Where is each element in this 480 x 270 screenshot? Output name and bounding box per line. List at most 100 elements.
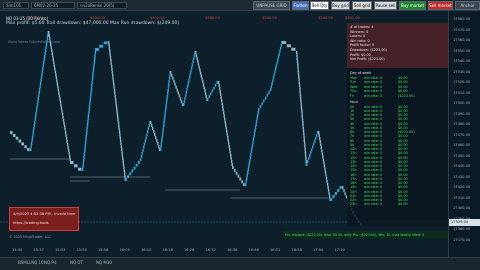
x-tick-label: 17:10 bbox=[334, 248, 345, 252]
alert-box[interactable]: 4/4/2025 4:52:36 PM - Invalid time https… bbox=[9, 207, 79, 231]
x-tick-label: 15:58 bbox=[98, 248, 109, 252]
renko-brick bbox=[66, 142, 69, 146]
renko-brick bbox=[266, 93, 269, 97]
stats-summary-line: Win ratio: 0 bbox=[350, 38, 370, 43]
chart-tab[interactable]: NQ.Pit bbox=[44, 260, 56, 265]
y-tick-label: 17500.00 bbox=[453, 101, 471, 105]
renko-brick bbox=[44, 49, 47, 52]
y-tick-label: 17520.00 bbox=[453, 80, 471, 84]
renko-brick bbox=[272, 76, 275, 80]
renko-brick bbox=[160, 148, 162, 151]
renko-brick bbox=[85, 138, 87, 141]
renko-brick bbox=[42, 67, 44, 70]
renko-brick bbox=[163, 124, 165, 128]
renko-brick bbox=[34, 118, 36, 121]
renko-brick bbox=[57, 85, 59, 89]
renko-brick bbox=[263, 99, 265, 103]
renko-brick bbox=[68, 148, 70, 152]
renko-brick bbox=[179, 97, 182, 101]
renko-brick bbox=[326, 182, 329, 186]
renko-brick bbox=[55, 73, 57, 77]
renko-brick bbox=[302, 123, 304, 127]
renko-brick bbox=[225, 123, 227, 127]
toolbar-button-buy-market[interactable]: Buy market bbox=[399, 1, 426, 10]
renko-brick bbox=[115, 103, 117, 107]
renko-brick bbox=[133, 166, 136, 170]
renko-brick bbox=[161, 136, 163, 140]
top-marker-label: $344.00 bbox=[318, 16, 334, 20]
renko-brick bbox=[121, 151, 123, 155]
renko-brick bbox=[89, 99, 91, 102]
renko-brick bbox=[231, 163, 233, 166]
renko-brick bbox=[319, 137, 321, 141]
toolbar-button-sell-market[interactable]: Sell market bbox=[428, 1, 453, 10]
chart-tab[interactable]: BSMLLNQ 10 bbox=[18, 260, 44, 265]
renko-brick bbox=[325, 176, 328, 180]
chart-tab[interactable]: NQ M10 bbox=[96, 260, 112, 265]
renko-brick bbox=[299, 87, 301, 91]
renko-brick bbox=[278, 52, 280, 56]
renko-brick bbox=[251, 144, 254, 147]
renko-brick bbox=[118, 124, 120, 128]
renko-brick bbox=[257, 111, 259, 114]
x-tick-label: 17:04 bbox=[313, 248, 324, 252]
alert-link[interactable]: https://trading.tools bbox=[13, 221, 49, 225]
toolbar-button-anchor[interactable]: Anchor bbox=[455, 1, 480, 10]
renko-brick bbox=[305, 159, 307, 163]
renko-brick bbox=[83, 159, 85, 162]
renko-brick bbox=[145, 136, 147, 140]
renko-brick bbox=[84, 141, 87, 144]
renko-brick bbox=[30, 148, 32, 151]
renko-brick bbox=[299, 96, 302, 100]
toolbar-button-buy-grid[interactable]: Buy grid bbox=[331, 1, 350, 10]
renko-brick bbox=[88, 105, 91, 108]
renko-brick bbox=[174, 82, 176, 86]
y-tick-label: 17430.00 bbox=[453, 174, 471, 179]
renko-brick bbox=[303, 135, 305, 139]
renko-brick bbox=[175, 85, 177, 89]
renko-brick bbox=[147, 127, 150, 131]
renko-brick bbox=[297, 63, 299, 67]
renko-brick bbox=[170, 71, 172, 74]
toolbar-button-flatten[interactable]: Flatten bbox=[292, 1, 309, 10]
date-selector[interactable]: 6M02-26-25 bbox=[31, 2, 75, 9]
renko-brick bbox=[166, 97, 168, 101]
renko-brick bbox=[123, 166, 125, 170]
renko-brick bbox=[86, 123, 89, 126]
account-selector[interactable]: Sim101 bbox=[3, 2, 29, 9]
renko-brick bbox=[248, 162, 250, 165]
hour-title: Hour bbox=[350, 100, 359, 104]
renko-brick bbox=[220, 93, 222, 97]
renko-brick bbox=[109, 49, 111, 53]
renko-brick bbox=[304, 147, 306, 151]
dow-row-cell: win rate: 0 bbox=[364, 84, 383, 89]
renko-brick bbox=[255, 123, 257, 126]
chart-tab[interactable]: NQ DT bbox=[70, 260, 83, 265]
toolbar-button-unpause-grid[interactable]: UNPAUSE GRID bbox=[253, 1, 290, 10]
renko-brick bbox=[115, 100, 117, 104]
renko-brick bbox=[303, 132, 305, 136]
y-tick-label: 17460.00 bbox=[453, 143, 471, 147]
renko-brick bbox=[188, 78, 190, 82]
x-tick-label: 15:30 bbox=[12, 248, 23, 252]
x-tick-label: 16:32 bbox=[205, 248, 216, 252]
renko-brick bbox=[121, 148, 123, 152]
renko-brick bbox=[144, 139, 146, 143]
renko-brick bbox=[246, 177, 248, 180]
renko-brick bbox=[164, 115, 166, 119]
renko-brick bbox=[318, 134, 320, 137]
x-tick-label: 16:51 bbox=[270, 248, 281, 252]
renko-brick bbox=[327, 188, 330, 192]
toolbar-button-sell-qty[interactable]: Sell Qty bbox=[310, 1, 329, 10]
toolbar-button-pause-sell[interactable]: Pause-sell bbox=[374, 1, 397, 10]
toolbar-button-sell-grid[interactable]: Sell grid bbox=[352, 1, 372, 10]
renko-brick bbox=[67, 145, 69, 149]
renko-brick bbox=[85, 135, 87, 138]
renko-brick bbox=[60, 103, 62, 107]
x-tick-label: 16:46 bbox=[248, 248, 259, 252]
x-tick-label: 16:18 bbox=[162, 248, 173, 252]
renko-brick bbox=[192, 60, 194, 64]
instrument-selector[interactable]: nn2aRenko 20(5) bbox=[77, 2, 127, 9]
renko-brick bbox=[68, 151, 70, 155]
dow-row-cell: ($223.00) bbox=[398, 93, 415, 98]
